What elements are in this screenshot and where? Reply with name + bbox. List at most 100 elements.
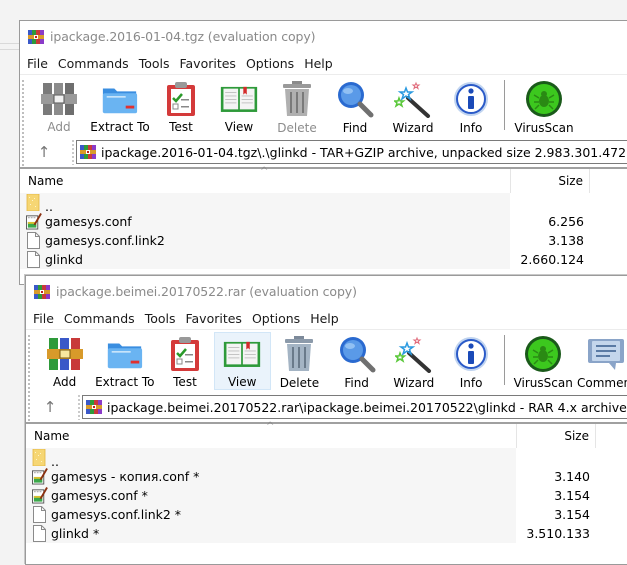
menu-help[interactable]: Help bbox=[303, 56, 340, 71]
toolbar-delete-button[interactable]: Delete bbox=[271, 332, 328, 390]
menu-bar: File Commands Tools Favorites Options He… bbox=[20, 52, 627, 74]
view-book-icon bbox=[220, 80, 258, 117]
toolbar-virusscan-button[interactable]: VirusScan bbox=[512, 332, 575, 390]
config-file-icon bbox=[32, 487, 48, 504]
menu-commands[interactable]: Commands bbox=[57, 56, 136, 71]
up-folder-button[interactable]: ↑ bbox=[26, 398, 74, 416]
menu-file[interactable]: File bbox=[32, 311, 61, 326]
menu-bar: File Commands Tools Favorites Options He… bbox=[26, 307, 627, 329]
file-row[interactable]: gamesys.conf.link2 3.138 bbox=[20, 231, 627, 250]
file-row[interactable]: gamesys.conf.link2 * 3.154 bbox=[26, 505, 627, 524]
bug-icon bbox=[524, 335, 562, 373]
toolbar-find-button[interactable]: Find bbox=[328, 332, 385, 390]
toolbar-add-button[interactable]: Add bbox=[30, 77, 88, 135]
toolbar-button-label: Test bbox=[173, 375, 197, 389]
toolbar-info-button[interactable]: Info bbox=[442, 77, 500, 135]
file-row[interactable]: glinkd * 3.510.133 bbox=[26, 524, 627, 543]
bug-icon bbox=[525, 80, 563, 118]
column-header-size[interactable]: Size bbox=[516, 424, 596, 448]
title-bar[interactable]: ipackage.beimei.20170522.rar (evaluation… bbox=[26, 276, 627, 307]
toolbar-find-button[interactable]: Find bbox=[326, 77, 384, 135]
winrar-window-tgz: ipackage.2016-01-04.tgz (evaluation copy… bbox=[19, 20, 627, 285]
file-name-cell: gamesys.conf * bbox=[26, 487, 516, 504]
background-window-edge bbox=[0, 43, 20, 44]
toolbar: Add Extract To Test View Delete Find Wizard Inf… bbox=[20, 75, 627, 137]
file-name-cell: gamesys.conf.link2 bbox=[20, 232, 510, 249]
toolbar-button-label: VirusScan bbox=[513, 376, 573, 390]
sort-ascending-icon: ^ bbox=[266, 421, 275, 432]
toolbar-wizard-button[interactable]: Wizard bbox=[385, 332, 442, 390]
toolbar-delete-button[interactable]: Delete bbox=[268, 77, 326, 135]
toolbar-virusscan-button[interactable]: VirusScan bbox=[512, 77, 576, 135]
parent-folder-row[interactable]: .. bbox=[26, 448, 627, 469]
toolbar: Add Extract To Test View Delete Find Wizard Inf… bbox=[26, 330, 627, 392]
file-size-cell: 3.140 bbox=[554, 469, 590, 484]
address-grip[interactable] bbox=[72, 139, 74, 165]
file-row[interactable]: gamesys.conf 6.256 bbox=[20, 212, 627, 231]
info-icon bbox=[452, 80, 490, 118]
menu-options[interactable]: Options bbox=[251, 311, 307, 326]
toolbar-button-label: Extract To bbox=[90, 120, 150, 134]
file-row[interactable]: gamesys - копия.conf * 3.140 bbox=[26, 467, 627, 486]
window-title: ipackage.2016-01-04.tgz (evaluation copy… bbox=[50, 29, 316, 44]
file-name-cell: gamesys - копия.conf * bbox=[26, 468, 516, 485]
file-name: gamesys.conf * bbox=[51, 488, 148, 503]
file-name-cell: gamesys.conf bbox=[20, 213, 510, 230]
menu-favorites[interactable]: Favorites bbox=[178, 56, 242, 71]
extract-folder-icon bbox=[106, 335, 144, 372]
up-folder-button[interactable]: ↑ bbox=[20, 143, 68, 161]
info-icon bbox=[452, 335, 490, 373]
toolbar-button-label: Comment bbox=[576, 376, 627, 390]
winrar-app-icon bbox=[28, 29, 44, 45]
comment-icon bbox=[587, 335, 625, 373]
archive-icon bbox=[80, 144, 96, 160]
file-list: ^ Name Size .. gamesys - копия.conf * 3.14… bbox=[26, 421, 627, 543]
menu-tools[interactable]: Tools bbox=[144, 311, 183, 326]
address-bar[interactable]: ipackage.2016-01-04.tgz\.\glinkd - TAR+G… bbox=[76, 140, 627, 164]
toolbar-button-label: Info bbox=[459, 376, 483, 390]
toolbar-test-button[interactable]: Test bbox=[152, 77, 210, 135]
menu-favorites[interactable]: Favorites bbox=[184, 311, 248, 326]
toolbar-button-label: VirusScan bbox=[514, 121, 574, 135]
address-grip[interactable] bbox=[78, 394, 80, 420]
toolbar-button-label: Delete bbox=[277, 121, 317, 135]
toolbar-info-button[interactable]: Info bbox=[442, 332, 499, 390]
file-name-cell: gamesys.conf.link2 * bbox=[26, 506, 516, 523]
parent-folder-row[interactable]: .. bbox=[20, 193, 627, 214]
menu-options[interactable]: Options bbox=[245, 56, 301, 71]
toolbar-wizard-button[interactable]: Wizard bbox=[384, 77, 442, 135]
background-window-edge bbox=[0, 49, 20, 50]
menu-file[interactable]: File bbox=[26, 56, 55, 71]
arrow-up-icon: ↑ bbox=[37, 143, 51, 161]
toolbar-comment-button[interactable]: Comment bbox=[575, 332, 627, 390]
menu-help[interactable]: Help bbox=[309, 311, 346, 326]
address-row: ↑ ipackage.beimei.20170522.rar\ipackage.… bbox=[26, 392, 627, 422]
file-size-cell: 2.660.124 bbox=[520, 252, 584, 267]
file-row[interactable]: gamesys.conf * 3.154 bbox=[26, 486, 627, 505]
view-book-icon bbox=[223, 335, 261, 372]
toolbar-view-button[interactable]: View bbox=[213, 332, 271, 390]
toolbar-button-label: Extract To bbox=[95, 375, 155, 389]
file-row[interactable]: glinkd 2.660.124 bbox=[20, 250, 627, 269]
config-file-icon bbox=[26, 213, 42, 230]
toolbar-view-button[interactable]: View bbox=[210, 77, 268, 135]
trash-icon bbox=[278, 80, 316, 118]
menu-commands[interactable]: Commands bbox=[63, 311, 142, 326]
extract-folder-icon bbox=[101, 80, 139, 117]
menu-tools[interactable]: Tools bbox=[138, 56, 177, 71]
list-header: ^ Name Size bbox=[26, 421, 627, 448]
title-bar[interactable]: ipackage.2016-01-04.tgz (evaluation copy… bbox=[20, 21, 627, 52]
address-bar[interactable]: ipackage.beimei.20170522.rar\ipackage.be… bbox=[82, 395, 627, 419]
add-archive-icon bbox=[46, 335, 84, 372]
toolbar-extract-to-button[interactable]: Extract To bbox=[88, 77, 152, 135]
column-header-size[interactable]: Size bbox=[510, 169, 590, 193]
toolbar-test-button[interactable]: Test bbox=[156, 332, 213, 390]
folder-icon bbox=[26, 194, 42, 211]
file-rows: .. gamesys.conf 6.256 gamesys.conf.link2 3.1… bbox=[20, 193, 627, 269]
file-name: gamesys.conf.link2 bbox=[45, 233, 165, 248]
toolbar-button-label: Info bbox=[459, 121, 483, 135]
toolbar-add-button[interactable]: Add bbox=[36, 332, 93, 390]
file-icon bbox=[26, 251, 42, 268]
file-list: ^ Name Size .. gamesys.conf 6.256 gamesys.c… bbox=[20, 166, 627, 269]
toolbar-extract-to-button[interactable]: Extract To bbox=[93, 332, 156, 390]
